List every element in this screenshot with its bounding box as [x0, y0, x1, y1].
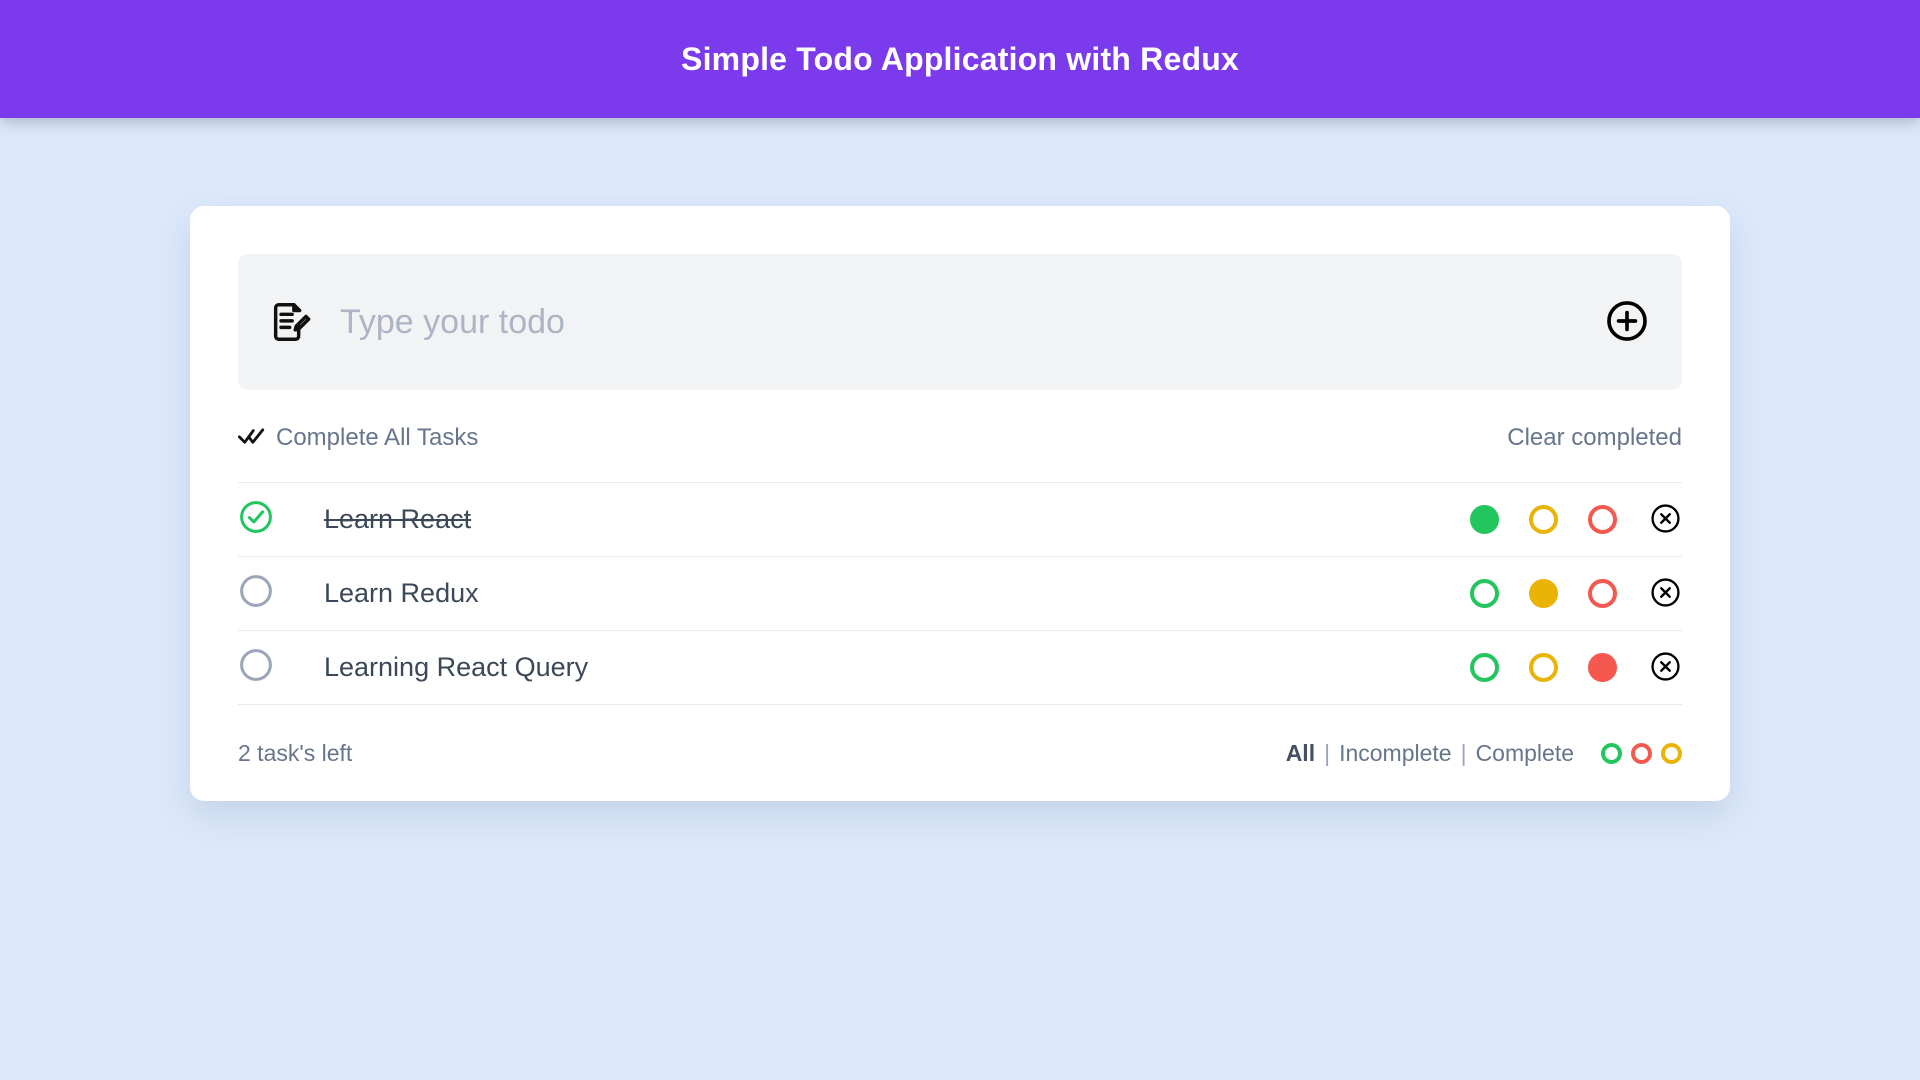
plus-circle-icon — [1604, 298, 1650, 347]
todo-label: Learn Redux — [324, 578, 479, 608]
todo-list: Learn React Learn Redux Learning React Q… — [238, 482, 1682, 705]
complete-all-label: Complete All Tasks — [276, 424, 479, 451]
priority-dot-green[interactable] — [1470, 505, 1499, 534]
delete-todo-button[interactable] — [1649, 650, 1682, 686]
color-filter-yellow[interactable] — [1661, 742, 1682, 764]
empty-circle-icon — [238, 647, 274, 688]
todo-card: Complete All Tasks Clear completed Learn… — [190, 206, 1730, 801]
page-body: Complete All Tasks Clear completed Learn… — [0, 118, 1920, 1080]
priority-dot-green[interactable] — [1470, 579, 1499, 608]
priority-dots — [1470, 653, 1617, 682]
page-title: Simple Todo Application with Redux — [681, 41, 1239, 77]
table-row: Learn Redux — [238, 557, 1682, 631]
priority-dot-red[interactable] — [1588, 505, 1617, 534]
priority-dot-yellow[interactable] — [1529, 579, 1558, 608]
list-toolbar: Complete All Tasks Clear completed — [237, 390, 1682, 482]
filter-incomplete[interactable]: Incomplete — [1339, 740, 1452, 767]
priority-dot-yellow[interactable] — [1529, 505, 1558, 534]
priority-dot-green[interactable] — [1470, 653, 1499, 682]
complete-all-tasks-button[interactable]: Complete All Tasks — [237, 424, 479, 452]
priority-dots — [1470, 505, 1617, 534]
filter-group: All | Incomplete | Complete — [1286, 740, 1682, 767]
check-circle-icon — [238, 499, 274, 540]
double-check-icon — [237, 426, 265, 451]
table-row: Learn React — [238, 483, 1682, 557]
clear-completed-button[interactable]: Clear completed — [1507, 424, 1682, 452]
x-circle-icon — [1649, 650, 1682, 686]
x-circle-icon — [1649, 502, 1682, 538]
color-filter-red[interactable] — [1631, 742, 1652, 764]
filter-complete[interactable]: Complete — [1476, 740, 1574, 767]
priority-dot-red[interactable] — [1588, 653, 1617, 682]
delete-todo-button[interactable] — [1649, 576, 1682, 612]
priority-dot-red[interactable] — [1588, 579, 1617, 608]
app-header: Simple Todo Application with Redux — [0, 0, 1920, 118]
color-filter-group — [1601, 742, 1682, 764]
todo-input-bar — [238, 254, 1682, 390]
todo-label: Learning React Query — [324, 652, 589, 682]
note-pencil-icon — [268, 299, 314, 345]
todo-checkbox-incomplete[interactable] — [238, 573, 324, 614]
todo-input[interactable] — [336, 302, 1582, 342]
empty-circle-icon — [238, 573, 274, 614]
tasks-left-count: 2 task's left — [238, 739, 353, 766]
list-footer: 2 task's left All | Incomplete | Complet… — [238, 705, 1682, 801]
todo-label: Learn React — [324, 504, 472, 534]
x-circle-icon — [1649, 576, 1682, 612]
filter-separator: | — [1324, 739, 1331, 766]
filter-all[interactable]: All — [1286, 740, 1315, 767]
table-row: Learning React Query — [238, 631, 1682, 705]
todo-checkbox-incomplete[interactable] — [238, 647, 324, 688]
color-filter-green[interactable] — [1601, 742, 1622, 764]
filter-separator: | — [1460, 739, 1467, 766]
add-todo-button[interactable] — [1604, 298, 1650, 347]
todo-checkbox-completed[interactable] — [238, 499, 324, 540]
priority-dots — [1470, 579, 1617, 608]
delete-todo-button[interactable] — [1649, 502, 1682, 538]
priority-dot-yellow[interactable] — [1529, 653, 1558, 682]
